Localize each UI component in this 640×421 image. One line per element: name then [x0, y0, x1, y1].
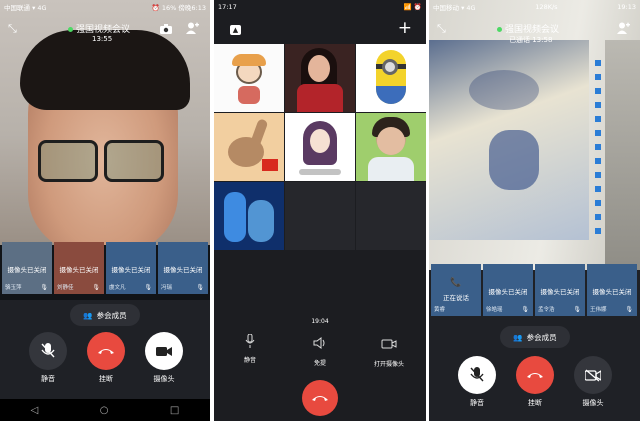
hangup-button[interactable]: 挂断	[515, 356, 555, 408]
tile-rabbit[interactable]	[214, 113, 284, 181]
android-nav-bar: ◁ ○ □	[0, 399, 210, 421]
tile-ice-sculpture[interactable]	[214, 182, 284, 250]
minimize-icon[interactable]: ⤡	[437, 22, 446, 36]
home-icon[interactable]: ○	[100, 405, 109, 416]
hangup-icon	[302, 380, 338, 416]
status-bar: 中国移动 ▾ 4G 128K/s 19:13	[429, 0, 640, 14]
phone-3-screen-share-call: 中国移动 ▾ 4G 128K/s 19:13 ⤡ 强国视频会议 已通话 13:5…	[429, 0, 640, 421]
carrier-text: 中国联通 ▾ 4G	[4, 4, 47, 12]
mic-off-icon	[29, 332, 67, 370]
mic-off-icon	[458, 356, 496, 394]
video-grid	[214, 44, 426, 250]
camera-button[interactable]: 摄像头	[144, 332, 184, 384]
mic-icon: 🎙	[573, 306, 581, 313]
glasses-left	[38, 140, 98, 182]
phone-2-grid-call: 17:17 📶 ⏰ ▲ + 静音 免提 打开摄像头 19:04	[214, 0, 426, 421]
net-speed-text: 128K/s	[535, 3, 558, 11]
participant-thumb[interactable]: 摄像头已关闭 虞文凡 🎙	[106, 242, 156, 294]
grid-header: ▲ +	[214, 14, 426, 44]
participant-thumbnails: 📞 正在说话 黄睿 摄像头已关闭 徐皓瑶 🎙 摄像头已关闭 孟令浩 🎙 摄像头已关闭 王伟…	[431, 264, 637, 316]
mic-icon: 🎙	[144, 284, 152, 291]
mic-icon: 🎙	[521, 306, 529, 313]
minimize-icon[interactable]: ⤡	[8, 22, 17, 36]
video-camera-icon	[145, 332, 183, 370]
mute-button[interactable]: 静音	[457, 356, 497, 408]
mic-icon: 🎙	[92, 284, 100, 291]
carrier-text: 中国移动 ▾ 4G	[433, 4, 476, 12]
mic-icon: 🎙	[196, 284, 204, 291]
tile-woman-red[interactable]	[285, 44, 355, 112]
participant-thumb[interactable]: 摄像头已关闭 骆玉萍 🎙	[2, 242, 52, 294]
meeting-title: 强国视频会议	[68, 22, 130, 35]
participant-thumb[interactable]: 摄像头已关闭 徐皓瑶 🎙	[483, 264, 533, 316]
tile-woman-green[interactable]	[356, 113, 426, 181]
mute-button[interactable]: 静音	[234, 333, 266, 364]
status-bar: 17:17 📶 ⏰	[214, 0, 426, 14]
hangup-button[interactable]	[302, 380, 338, 416]
time-text: 19:13	[617, 3, 636, 11]
mic-icon: 🎙	[625, 306, 633, 313]
call-timer: 19:04	[311, 318, 329, 325]
tile-empty	[356, 182, 426, 250]
phone-1-video-call: 中国联通 ▾ 4G ⏰ 16% 傍晚6:13 ⤡ 强国视频会议 13:55 摄像…	[0, 0, 210, 421]
glasses-right	[104, 140, 164, 182]
people-icon: 👥	[83, 310, 93, 320]
meeting-time: 13:55	[92, 35, 113, 43]
add-icon[interactable]: +	[398, 18, 412, 38]
camera-switch-icon[interactable]	[160, 24, 172, 37]
participant-thumb[interactable]: 摄像头已关闭 王伟娜 🎙	[587, 264, 637, 316]
participant-thumb[interactable]: 摄像头已关闭 孟令浩 🎙	[535, 264, 585, 316]
mic-icon	[234, 333, 266, 351]
recents-icon[interactable]: □	[170, 405, 179, 416]
back-icon[interactable]: ◁	[31, 405, 39, 416]
time-text: ⏰ 16% 傍晚6:13	[151, 4, 206, 12]
camera-button[interactable]: 摄像头	[573, 356, 613, 408]
phone-icon: 📞	[450, 278, 462, 288]
tile-empty	[285, 182, 355, 250]
open-camera-button[interactable]: 打开摄像头	[364, 334, 414, 368]
status-bar: 中国联通 ▾ 4G ⏰ 16% 傍晚6:13	[0, 0, 210, 14]
participant-thumb[interactable]: 摄像头已关闭 冯瑞 🎙	[158, 242, 208, 294]
mic-icon: 🎙	[40, 284, 48, 291]
hangup-icon	[87, 332, 125, 370]
screenshot-collage: 中国联通 ▾ 4G ⏰ 16% 傍晚6:13 ⤡ 强国视频会议 13:55 摄像…	[0, 0, 640, 421]
speaker-icon	[304, 334, 336, 353]
video-off-icon	[574, 356, 612, 394]
speaker-button[interactable]: 免提	[304, 334, 336, 367]
live-dot-icon	[68, 27, 73, 32]
participant-thumbnails: 摄像头已关闭 骆玉萍 🎙 摄像头已关闭 刘静佳 🎙 摄像头已关闭 虞文凡 🎙 摄像头已关闭冯…	[2, 242, 208, 294]
members-button[interactable]: 👥 参会成员	[70, 304, 140, 326]
meeting-title: 强国视频会议	[497, 22, 559, 35]
members-button[interactable]: 👥 参会成员	[500, 326, 570, 348]
time-text: 17:17	[218, 3, 237, 11]
add-member-icon[interactable]	[617, 22, 630, 37]
mute-button[interactable]: 静音	[28, 332, 68, 384]
add-member-icon[interactable]	[186, 22, 199, 37]
participant-thumb-speaking[interactable]: 📞 正在说话 黄睿	[431, 264, 481, 316]
participant-thumb[interactable]: 摄像头已关闭 刘静佳 🎙	[54, 242, 104, 294]
meeting-time: 已通话 13:58	[509, 36, 553, 44]
video-camera-icon	[364, 334, 414, 353]
hangup-icon	[516, 356, 554, 394]
tile-cartoon-girl[interactable]	[214, 44, 284, 112]
people-icon: 👥	[513, 332, 523, 342]
tile-anime-girl[interactable]	[285, 113, 355, 181]
hangup-button[interactable]: 挂断	[86, 332, 126, 384]
live-dot-icon	[497, 27, 502, 32]
china-flag-icon	[262, 159, 278, 171]
tile-minion[interactable]	[356, 44, 426, 112]
status-icons: 📶 ⏰	[403, 3, 422, 11]
collapse-icon[interactable]: ▲	[230, 25, 241, 35]
